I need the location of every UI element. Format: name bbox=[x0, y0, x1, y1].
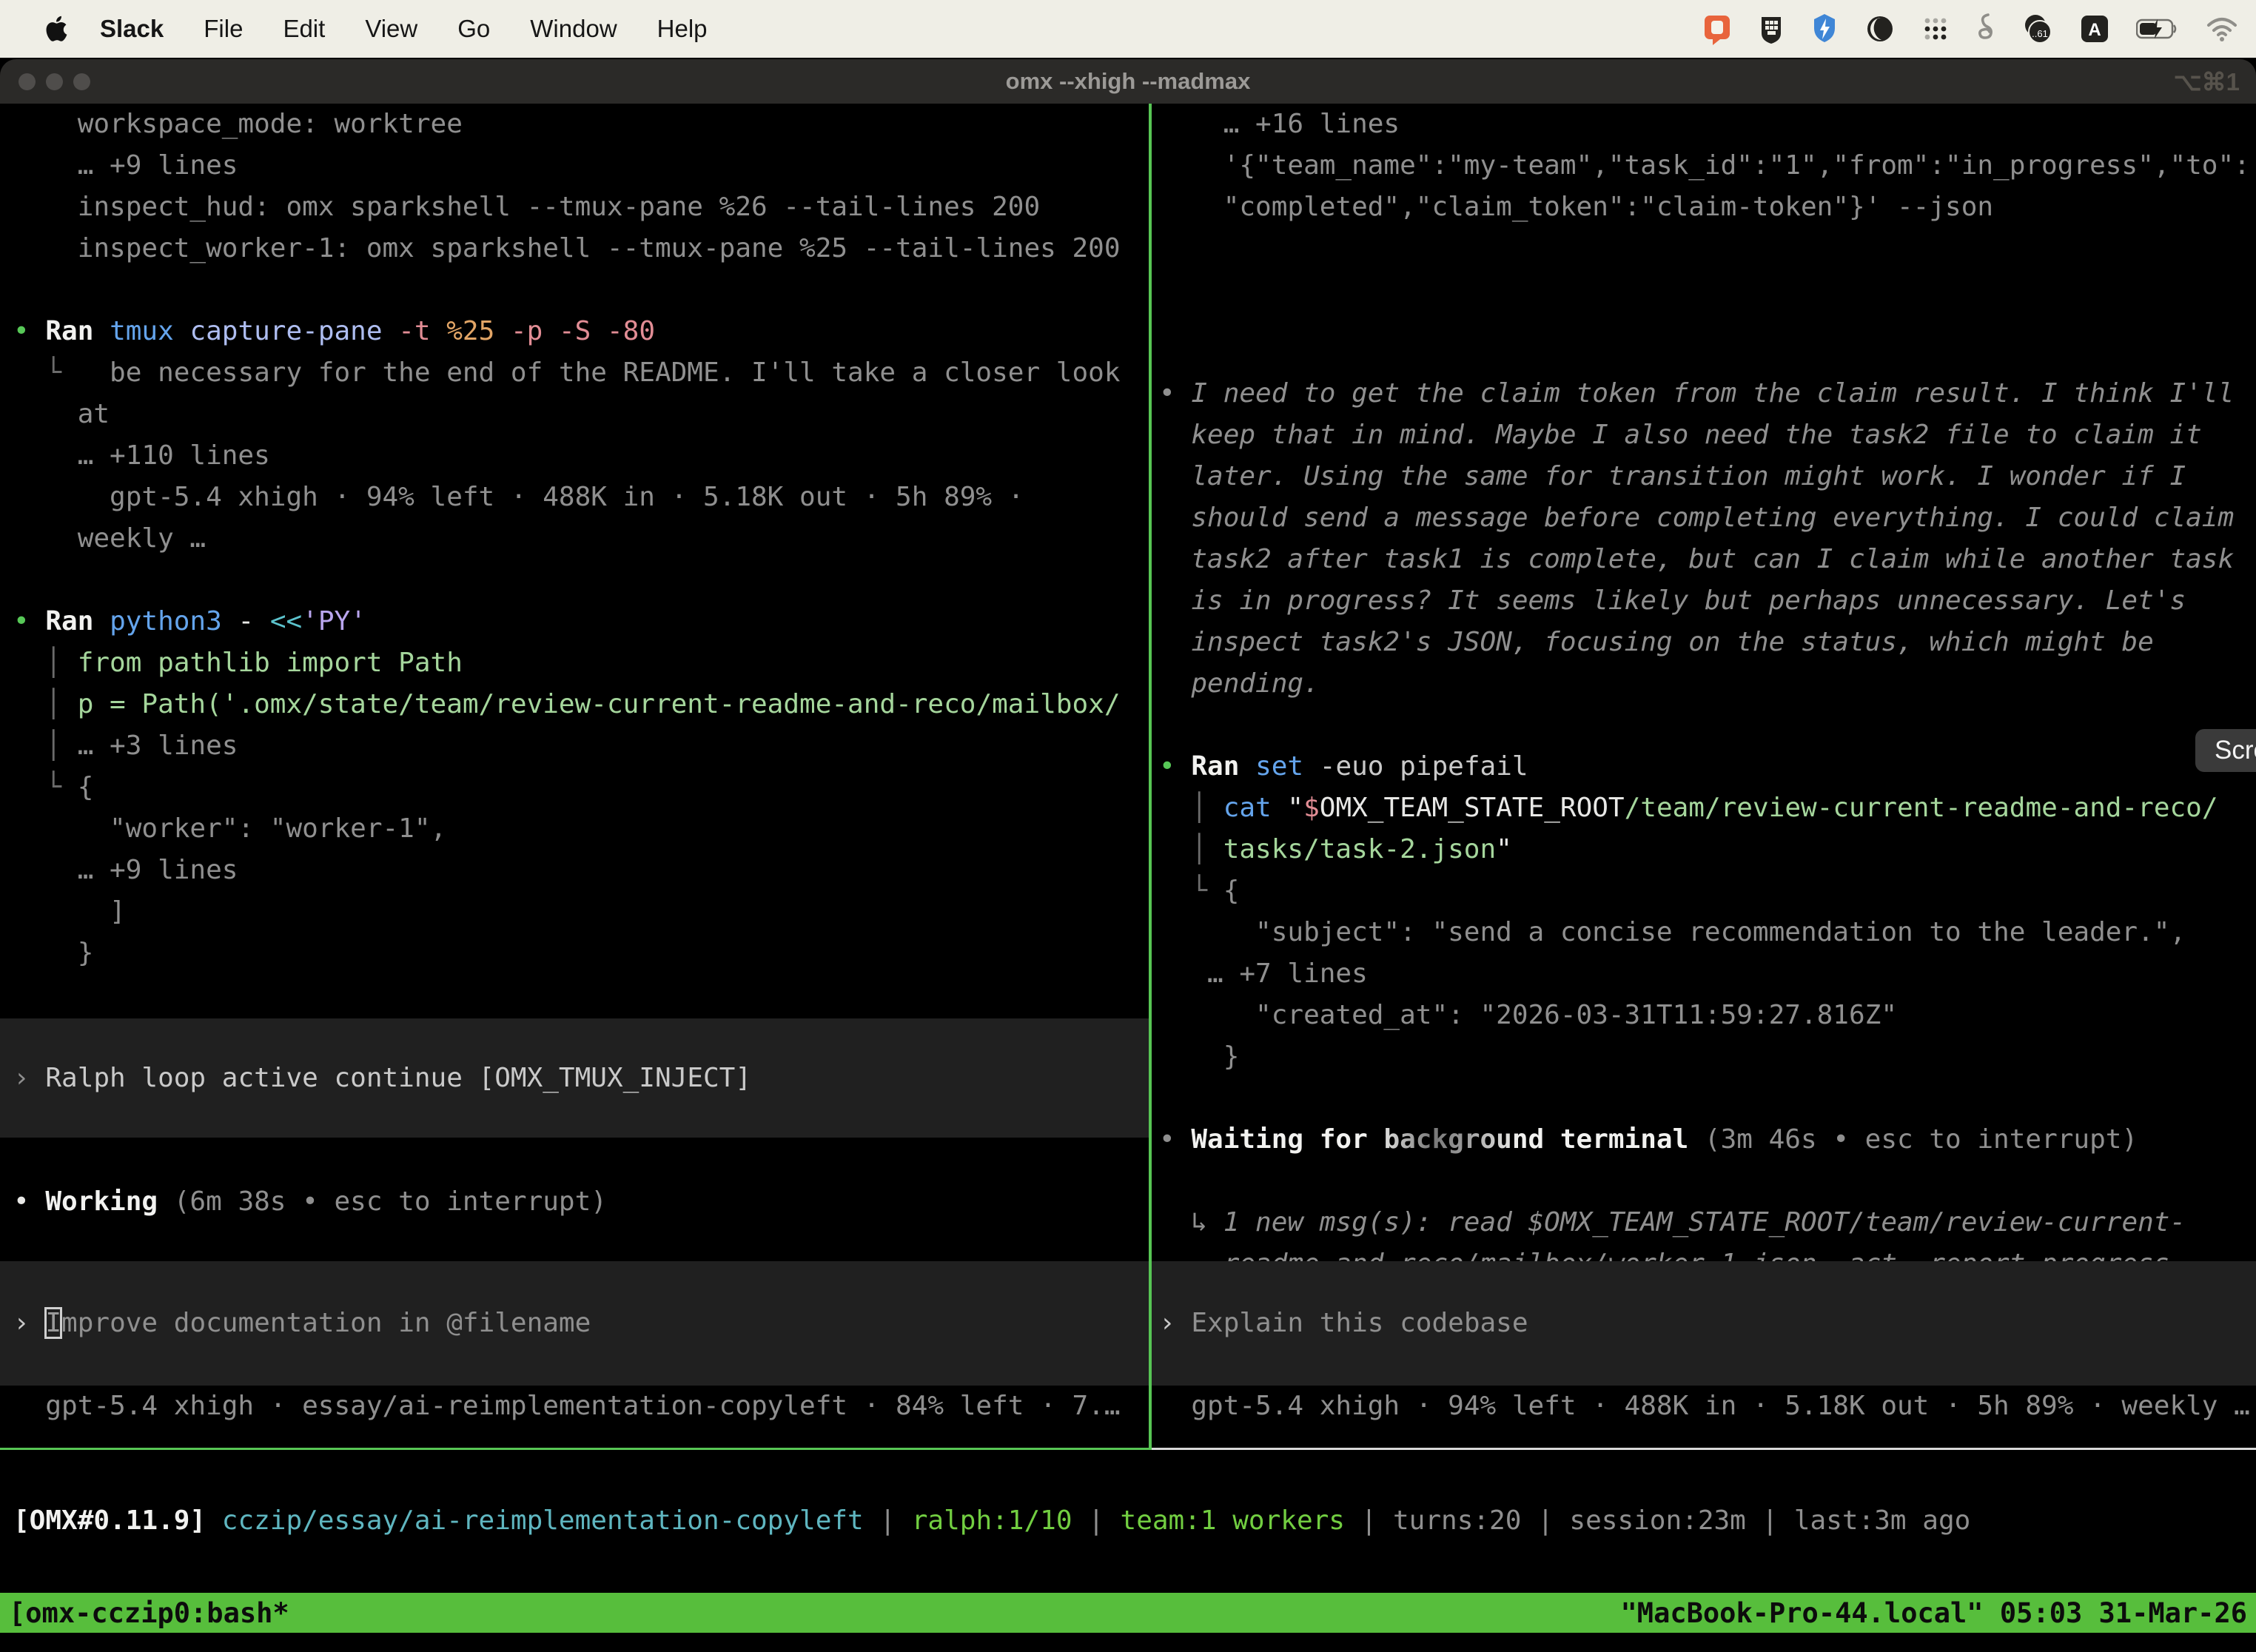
keyboard-shield-icon[interactable] bbox=[1759, 14, 1784, 44]
menu-item-window[interactable]: Window bbox=[510, 15, 637, 43]
screenshot-overlay-button[interactable]: Scre bbox=[2195, 729, 2256, 772]
menu-app-name[interactable]: Slack bbox=[80, 15, 184, 43]
svg-text:A: A bbox=[2088, 20, 2101, 40]
terminal-window: omx --xhigh --madmax ⌥⌘1 workspace_mode:… bbox=[0, 59, 2256, 1652]
right-intro-block: … +16 lines '{"team_name":"my-team","tas… bbox=[1159, 104, 2256, 228]
menu-item-view[interactable]: View bbox=[345, 15, 437, 43]
ralph-loop-banner: › Ralph loop active continue [OMX_TMUX_I… bbox=[0, 1018, 1149, 1138]
badge-61-icon[interactable]: ..61 bbox=[2021, 13, 2053, 44]
omx-session-status-line: [OMX#0.11.9] cczip/essay/ai-reimplementa… bbox=[13, 1500, 1970, 1542]
badge-61-label: ..61 bbox=[2032, 28, 2048, 39]
tmux-session-label: [omx-cczip0:bash* bbox=[9, 1597, 289, 1629]
window-titlebar[interactable]: omx --xhigh --madmax ⌥⌘1 bbox=[0, 59, 2256, 104]
right-terminal-pane: … +16 lines '{"team_name":"my-team","tas… bbox=[1152, 104, 2256, 1450]
right-model-status-line: gpt-5.4 xhigh · 94% left · 488K in · 5.1… bbox=[1159, 1386, 2256, 1427]
working-status-line: • Working (6m 38s • esc to interrupt) bbox=[13, 1181, 1149, 1223]
window-title: omx --xhigh --madmax bbox=[0, 59, 2256, 104]
dots-grid-icon[interactable] bbox=[1921, 15, 1950, 43]
screen: Slack File Edit View Go Window Help bbox=[0, 0, 2256, 1652]
menu-bar: Slack File Edit View Go Window Help bbox=[0, 0, 2256, 58]
left-model-status-line: gpt-5.4 xhigh · essay/ai-reimplementatio… bbox=[13, 1386, 1149, 1427]
squiggle-icon[interactable] bbox=[1976, 13, 1994, 45]
left-terminal-pane: workspace_mode: worktree … +9 lines insp… bbox=[0, 104, 1149, 1450]
right-cat-command-block: • Ran set -euo pipefail │ cat "$OMX_TEAM… bbox=[1159, 746, 2256, 1078]
apple-icon[interactable] bbox=[43, 14, 68, 44]
left-tmux-command-block: • Ran tmux capture-pane -t %25 -p -S -80… bbox=[13, 311, 1149, 601]
right-pane-border bbox=[1152, 1448, 2256, 1450]
menu-item-edit[interactable]: Edit bbox=[263, 15, 345, 43]
left-python-command-block: • Ran python3 - <<'PY' │ from pathlib im… bbox=[13, 601, 1149, 974]
screen-recording-icon[interactable] bbox=[1702, 13, 1732, 45]
moon-crescent-icon[interactable] bbox=[1865, 14, 1895, 44]
tmux-host-clock-label: "MacBook-Pro-44.local" 05:03 31-Mar-26 bbox=[1621, 1597, 2247, 1629]
network-speed-icon[interactable] bbox=[1810, 13, 1839, 45]
left-prompt-input[interactable]: › Improve documentation in @filename bbox=[0, 1261, 1149, 1386]
tmux-status-bar: [omx-cczip0:bash* "MacBook-Pro-44.local"… bbox=[0, 1593, 2256, 1633]
window-shortcut-hint: ⌥⌘1 bbox=[2174, 59, 2240, 104]
menu-item-go[interactable]: Go bbox=[437, 15, 510, 43]
left-intro-block: workspace_mode: worktree … +9 lines insp… bbox=[13, 104, 1149, 311]
input-source-icon[interactable]: A bbox=[2080, 14, 2109, 44]
right-prompt-input[interactable]: › Explain this codebase bbox=[1152, 1261, 2256, 1386]
menu-item-help[interactable]: Help bbox=[637, 15, 728, 43]
wifi-icon[interactable] bbox=[2206, 16, 2238, 41]
waiting-status-line: • Waiting for background terminal (3m 46… bbox=[1159, 1119, 2256, 1161]
menu-item-file[interactable]: File bbox=[184, 15, 263, 43]
left-pane-border bbox=[0, 1448, 1149, 1450]
thinking-block: • I need to get the claim token from the… bbox=[1159, 373, 2256, 705]
battery-icon[interactable] bbox=[2136, 18, 2179, 40]
